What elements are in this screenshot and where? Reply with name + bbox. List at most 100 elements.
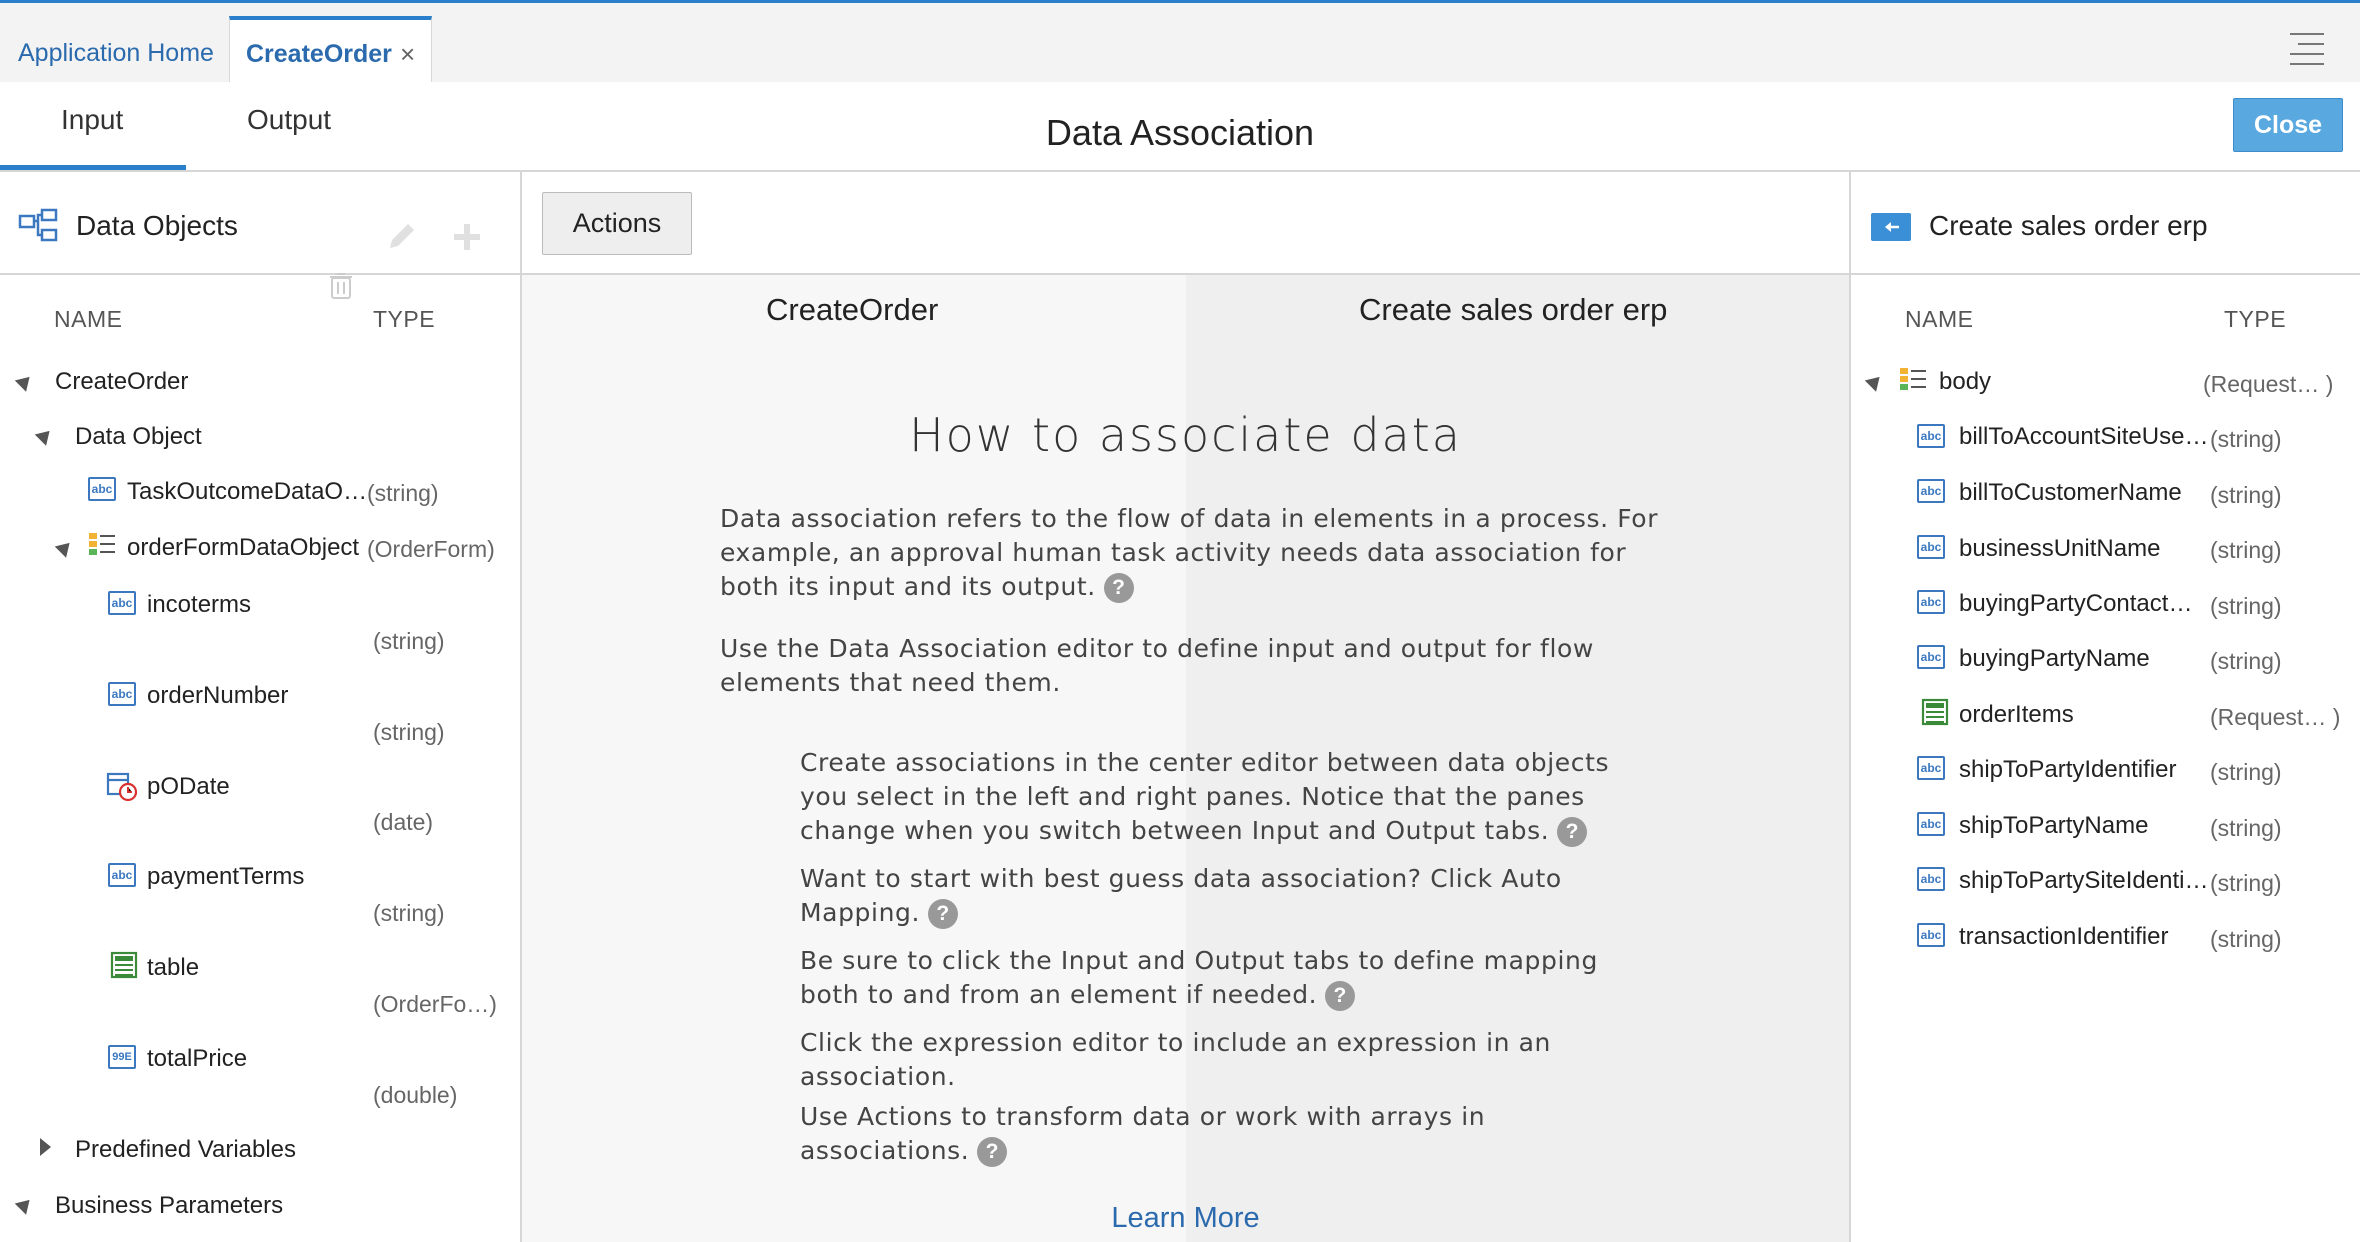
string-type-icon: abc bbox=[108, 682, 136, 706]
number-type-icon: 99E bbox=[108, 1045, 136, 1069]
tree-node-predefined-variables[interactable]: Predefined Variables bbox=[75, 1136, 296, 1164]
actions-button[interactable]: Actions bbox=[542, 192, 692, 255]
tab-create-order[interactable]: CreateOrder × bbox=[229, 16, 432, 86]
tree-node-type: (string) bbox=[2210, 593, 2282, 619]
target-panel-title: Create sales order erp bbox=[1929, 210, 2208, 241]
string-type-icon: abc bbox=[1917, 535, 1945, 559]
target-panel-header: Create sales order erp bbox=[1851, 172, 2360, 275]
service-icon bbox=[1871, 213, 1911, 241]
tree-node-type: (double) bbox=[373, 1082, 458, 1108]
tree-node-type: (string) bbox=[2210, 426, 2282, 452]
tab-create-order-label: CreateOrder bbox=[246, 40, 392, 68]
collapse-triangle-icon[interactable] bbox=[14, 1194, 36, 1215]
tab-input[interactable]: Input bbox=[61, 104, 123, 136]
target-panel: Create sales order erp NAME TYPE body (R… bbox=[1849, 172, 2360, 1242]
association-editor-header: Actions bbox=[522, 172, 1849, 275]
object-type-icon bbox=[1900, 368, 1926, 390]
tree-node-ordernumber[interactable]: orderNumber bbox=[147, 682, 288, 710]
tree-node-type: (OrderForm) bbox=[367, 536, 495, 562]
object-type-icon bbox=[89, 533, 115, 555]
tree-node-type: (string) bbox=[2210, 926, 2282, 952]
edit-pencil-icon[interactable] bbox=[384, 220, 418, 254]
tree-node-transactionidentifier[interactable]: transactionIdentifier bbox=[1959, 923, 2168, 951]
tree-node-shiptopartysiteidenti[interactable]: shipToPartySiteIdenti… bbox=[1959, 867, 2208, 895]
app-tab-strip: Application Home CreateOrder × bbox=[0, 3, 2360, 86]
tip-3: Be sure to click the Input and Output ta… bbox=[800, 946, 1598, 1011]
tree-node-incoterms[interactable]: incoterms bbox=[147, 591, 251, 619]
string-type-icon: abc bbox=[108, 863, 136, 887]
help-paragraph-1: Data association refers to the flow of d… bbox=[720, 504, 1659, 603]
help-icon[interactable]: ? bbox=[1557, 817, 1588, 847]
tree-node-table[interactable]: table bbox=[147, 954, 199, 982]
column-header-name: NAME bbox=[1905, 306, 1974, 332]
tree-node-data-object[interactable]: Data Object bbox=[75, 423, 202, 451]
column-header-type: TYPE bbox=[373, 306, 436, 332]
data-objects-icon bbox=[18, 208, 58, 242]
tree-node-buyingpartycontact[interactable]: buyingPartyContact… bbox=[1959, 590, 2192, 618]
help-icon[interactable]: ? bbox=[928, 899, 959, 929]
expand-triangle-icon[interactable] bbox=[40, 1138, 51, 1156]
collapse-triangle-icon[interactable] bbox=[14, 371, 36, 392]
association-editor-panel: Actions CreateOrder Create sales order e… bbox=[522, 172, 1849, 1242]
date-type-icon bbox=[106, 772, 138, 802]
tree-node-type: (string) bbox=[2210, 759, 2282, 785]
close-tab-icon[interactable]: × bbox=[400, 39, 415, 70]
help-icon[interactable]: ? bbox=[1103, 573, 1134, 603]
tree-node-billtoaccountsiteuse[interactable]: billToAccountSiteUse… bbox=[1959, 423, 2208, 451]
tree-node-billtocustomername[interactable]: billToCustomerName bbox=[1959, 479, 2182, 507]
editor-column-right: Create sales order erp bbox=[1359, 292, 1668, 327]
editor-column-left: CreateOrder bbox=[766, 292, 939, 327]
tree-node-totalprice[interactable]: totalPrice bbox=[147, 1045, 247, 1073]
tree-node-type: (string) bbox=[373, 628, 445, 654]
tree-node-type: (Request… ) bbox=[2203, 371, 2334, 397]
tree-node-type: (string) bbox=[2210, 870, 2282, 896]
tree-node-type: (string) bbox=[373, 900, 445, 926]
tip-2: Want to start with best guess data assoc… bbox=[800, 864, 1562, 929]
tab-output[interactable]: Output bbox=[247, 104, 331, 136]
delete-trash-icon[interactable] bbox=[329, 272, 353, 300]
tree-node-podate[interactable]: pODate bbox=[147, 773, 230, 801]
column-header-type: TYPE bbox=[2224, 306, 2287, 332]
tree-node-shiptopartyname[interactable]: shipToPartyName bbox=[1959, 812, 2148, 840]
tree-node-paymentterms[interactable]: paymentTerms bbox=[147, 863, 304, 891]
data-objects-panel: Data Objects NAME TYPE CreateOrder Data … bbox=[0, 172, 522, 1242]
collapse-triangle-icon[interactable] bbox=[54, 537, 76, 558]
tree-node-orderformdataobject[interactable]: orderFormDataObject bbox=[127, 534, 359, 562]
tree-node-type: (string) bbox=[2210, 648, 2282, 674]
string-type-icon: abc bbox=[1917, 479, 1945, 503]
table-type-icon bbox=[110, 951, 138, 979]
string-type-icon: abc bbox=[108, 591, 136, 615]
tree-node-taskoutcome[interactable]: TaskOutcomeDataO… bbox=[127, 478, 367, 506]
help-paragraph-2: Use the Data Association editor to defin… bbox=[720, 634, 1594, 697]
tip-5: Use Actions to transform data or work wi… bbox=[800, 1102, 1486, 1167]
tree-node-businessunitname[interactable]: businessUnitName bbox=[1959, 535, 2160, 563]
string-type-icon: abc bbox=[1917, 812, 1945, 836]
tree-node-type: (string) bbox=[2210, 482, 2282, 508]
tree-node-business-parameters[interactable]: Business Parameters bbox=[55, 1192, 283, 1220]
help-icon[interactable]: ? bbox=[1325, 981, 1356, 1011]
close-button[interactable]: Close bbox=[2233, 98, 2343, 152]
collapse-triangle-icon[interactable] bbox=[34, 425, 56, 446]
string-type-icon: abc bbox=[1917, 867, 1945, 891]
tree-node-buyingpartyname[interactable]: buyingPartyName bbox=[1959, 645, 2150, 673]
tree-node-type: (string) bbox=[373, 719, 445, 745]
active-tab-indicator bbox=[0, 165, 186, 170]
table-type-icon bbox=[1921, 698, 1949, 726]
menu-icon[interactable] bbox=[2290, 33, 2324, 65]
tip-1: Create associations in the center editor… bbox=[800, 748, 1610, 847]
tree-node-createorder[interactable]: CreateOrder bbox=[55, 368, 188, 396]
tree-node-orderitems[interactable]: orderItems bbox=[1959, 701, 2074, 729]
data-objects-header: Data Objects bbox=[0, 172, 520, 275]
add-icon[interactable] bbox=[452, 222, 482, 252]
column-header-name: NAME bbox=[54, 306, 123, 332]
tree-node-type: (date) bbox=[373, 809, 434, 835]
tree-node-shiptopartyidentifier[interactable]: shipToPartyIdentifier bbox=[1959, 756, 2176, 784]
tab-application-home[interactable]: Application Home bbox=[18, 39, 214, 68]
tree-node-type: (string) bbox=[2210, 537, 2282, 563]
collapse-triangle-icon[interactable] bbox=[1864, 371, 1886, 392]
help-icon[interactable]: ? bbox=[977, 1137, 1008, 1167]
tree-node-body[interactable]: body bbox=[1939, 368, 1991, 396]
learn-more-link[interactable]: Learn More bbox=[522, 1202, 1849, 1235]
page-title: Data Association bbox=[1045, 112, 1315, 153]
tree-node-type: (string) bbox=[367, 480, 439, 506]
